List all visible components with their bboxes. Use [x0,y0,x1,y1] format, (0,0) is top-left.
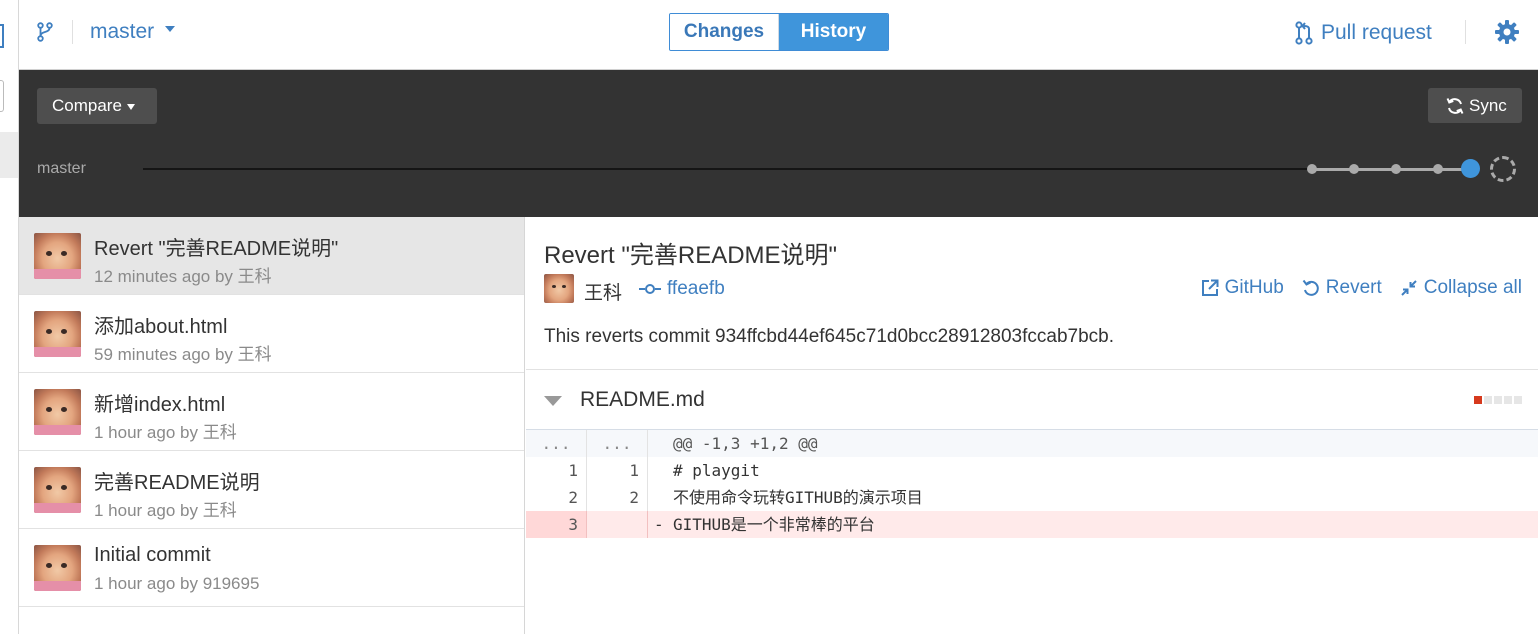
sync-icon [1446,97,1464,114]
commit-actions: GitHub Revert Collapse all [1201,277,1522,299]
repo-sidebar-icon[interactable] [0,24,4,48]
collapse-all-button[interactable]: Collapse all [1400,277,1522,299]
pull-request-icon [1295,21,1313,45]
commit-title: 添加about.html [94,316,228,338]
diff-code: @@ -1,3 +1,2 @@ [673,434,818,453]
revert-icon [1302,279,1319,296]
commit-item[interactable]: 完善README说明 1 hour ago by 王科 [19,451,524,529]
diffstat [1474,396,1522,404]
commit-item[interactable]: 添加about.html 59 minutes ago by 王科 [19,295,524,373]
toolbar-divider [1465,20,1466,44]
new-line-number [587,511,648,538]
diff-code: 不使用命令玩转GITHUB的演示项目 [673,488,923,507]
commit-meta: 1 hour ago by 王科 [94,423,237,442]
diff-code: GITHUB是一个非常棒的平台 [673,515,875,534]
new-line-number: 2 [587,484,648,511]
commit-description: This reverts commit 934ffcbd44ef645c71d0… [544,326,1115,347]
commit-title: 新增index.html [94,394,226,416]
revert-button[interactable]: Revert [1302,277,1382,299]
github-label: GitHub [1224,277,1284,298]
compare-label: Compare [52,96,122,115]
timeline-branch-label: master [37,160,86,177]
commit-detail: Revert "完善README说明" 王科 ffeaefb GitHub Re… [526,217,1538,634]
avatar [34,311,81,357]
timeline-commit-dot[interactable] [1433,164,1443,174]
tab-changes[interactable]: Changes [670,14,779,50]
sync-label: Sync [1469,96,1507,115]
diff-marker: - [654,515,664,534]
commit-sha-link[interactable]: ffeaefb [639,278,725,300]
old-line-number: 3 [526,511,587,538]
commit-meta: 1 hour ago by 919695 [94,574,260,593]
commit-item[interactable]: 新增index.html 1 hour ago by 王科 [19,373,524,451]
gear-icon[interactable] [1494,19,1520,45]
avatar [34,467,81,513]
history-banner: Compare Sync master [19,70,1538,217]
branch-icon [37,22,53,42]
diff-line-deleted[interactable]: 3 - GITHUB是一个非常棒的平台 [526,511,1538,538]
sync-button[interactable]: Sync [1428,88,1522,123]
branch-name[interactable]: master [90,20,154,44]
diffstat-neutral-block [1504,396,1512,404]
commit-author: 王科 [584,283,623,304]
revert-label: Revert [1325,277,1382,298]
avatar [34,545,81,591]
commit-meta: 1 hour ago by 王科 [94,501,237,520]
commit-icon [639,284,661,294]
repo-sidebar-selected-item[interactable] [0,132,18,178]
file-name: README.md [580,388,705,411]
new-line-number: ... [587,430,648,457]
commit-title: Initial commit [94,544,211,566]
timeline-current-commit[interactable] [1461,159,1480,178]
avatar [34,389,81,435]
toolbar: master Changes History Pull request [19,0,1538,70]
timeline-commit-dot[interactable] [1349,164,1359,174]
file-header[interactable]: README.md [526,370,1538,430]
timeline-track [143,168,1473,170]
old-line-number: 1 [526,457,587,484]
commit-detail-title: Revert "完善README说明" [544,242,838,269]
diff-view: ... ... @@ -1,3 +1,2 @@ 1 1 # playgit 2 … [526,430,1538,538]
external-link-icon [1201,279,1219,296]
avatar [34,233,81,279]
timeline-uncommitted-changes[interactable] [1490,156,1516,182]
commit-sha: ffeaefb [667,278,725,299]
diffstat-deletion-block [1474,396,1482,404]
commit-item[interactable]: Initial commit 1 hour ago by 919695 [19,529,524,607]
commit-item[interactable]: Revert "完善README说明" 12 minutes ago by 王科 [19,217,524,295]
commit-meta: 59 minutes ago by 王科 [94,345,272,364]
collapse-triangle-icon[interactable] [544,396,562,406]
pull-request-label: Pull request [1321,21,1432,44]
timeline-commit-dot[interactable] [1391,164,1401,174]
diffstat-neutral-block [1514,396,1522,404]
diff-line[interactable]: 1 1 # playgit [526,457,1538,484]
pull-request-button[interactable]: Pull request [1295,18,1432,48]
commit-title: 完善README说明 [94,472,260,494]
commit-title: Revert "完善README说明" [94,238,339,260]
repo-sidebar-edge [0,0,19,634]
chevron-down-icon[interactable] [165,26,175,32]
diff-code: # playgit [673,461,760,480]
compare-button[interactable]: Compare [37,88,157,124]
chevron-down-icon [126,103,135,110]
avatar [544,274,574,303]
old-line-number: 2 [526,484,587,511]
diffstat-neutral-block [1484,396,1492,404]
commit-meta: 12 minutes ago by 王科 [94,267,272,286]
toolbar-divider [72,20,73,44]
new-line-number: 1 [587,457,648,484]
collapse-icon [1401,280,1417,296]
collapse-all-label: Collapse all [1423,277,1522,298]
repo-sidebar-filter[interactable] [0,80,4,112]
diff-hunk-header[interactable]: ... ... @@ -1,3 +1,2 @@ [526,430,1538,457]
commit-list: Revert "完善README说明" 12 minutes ago by 王科… [19,217,525,634]
tab-history[interactable]: History [779,14,888,50]
timeline-commit-dot[interactable] [1307,164,1317,174]
diff-line[interactable]: 2 2 不使用命令玩转GITHUB的演示项目 [526,484,1538,511]
diffstat-neutral-block [1494,396,1502,404]
view-switcher: Changes History [669,13,889,51]
view-on-github-button[interactable]: GitHub [1201,277,1284,299]
old-line-number: ... [526,430,587,457]
